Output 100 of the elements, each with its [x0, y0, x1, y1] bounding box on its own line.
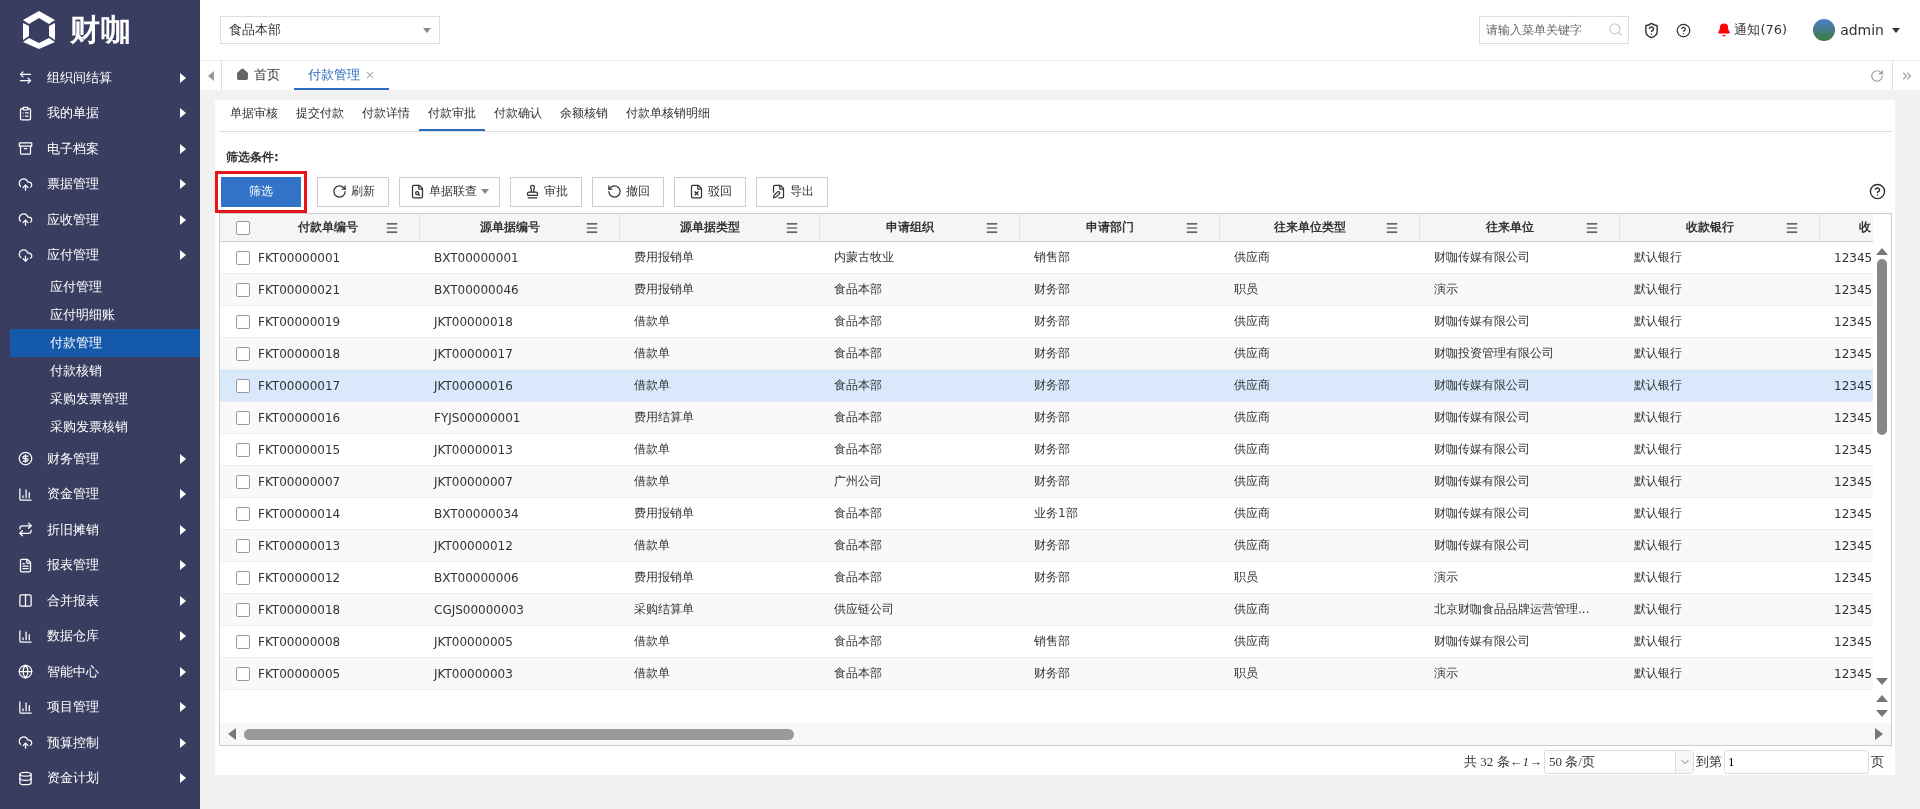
row-checkbox[interactable] [236, 282, 250, 297]
column-header[interactable]: 申请部门 [1020, 219, 1199, 237]
sidebar-item[interactable]: 合并报表 [0, 583, 200, 619]
toolbar-button[interactable]: 筛选 [221, 176, 301, 207]
column-header[interactable]: 收款银行 [1620, 219, 1799, 237]
org-select[interactable]: 食品本部 [220, 16, 440, 44]
sidebar-item[interactable]: 财务管理 [0, 441, 200, 477]
help-icon[interactable] [1676, 22, 1692, 38]
row-checkbox[interactable] [236, 378, 250, 393]
menu-icon[interactable] [985, 220, 999, 235]
table-cell-text: 12345 [1833, 282, 1873, 297]
sidebar-item[interactable]: 折旧摊销 [0, 512, 200, 548]
table-row[interactable]: FKT00000017 JKT00000016 借款单 食品本部 财务部 供应商 财咖传媒有限公司 默认银行 12345 [220, 370, 1873, 403]
toolbar-button[interactable]: 驳回 [674, 176, 746, 207]
menu-icon[interactable] [385, 220, 399, 235]
toolbar-button[interactable]: 导出 [756, 176, 828, 207]
column-header[interactable]: 往来单位类型 [1220, 219, 1399, 237]
column-header[interactable]: 源单据类型 [620, 219, 799, 237]
column-header[interactable]: 往来单位 [1420, 219, 1599, 237]
row-checkbox[interactable] [236, 314, 250, 329]
table-row[interactable]: FKT00000013 JKT00000012 借款单 食品本部 财务部 供应商 财咖传媒有限公司 默认银行 12345 [220, 530, 1873, 563]
table-cell-text: FKT00000005 [257, 666, 341, 681]
sidebar-subitem[interactable]: 应付管理 [10, 273, 200, 301]
notification-link[interactable]: 通知(76) [1717, 21, 1788, 39]
sidebar-subitem[interactable]: 付款核销 [10, 357, 200, 385]
sidebar-item[interactable]: 资金计划 [0, 760, 200, 796]
row-checkbox[interactable] [236, 634, 250, 649]
sub-tab[interactable]: 付款详情 [353, 104, 419, 131]
column-header[interactable]: 申请组织 [820, 219, 999, 237]
sidebar-item[interactable]: 项目管理 [0, 689, 200, 725]
page-tab[interactable]: 首页 [222, 61, 294, 90]
sidebar-item[interactable]: 我的单据 [0, 95, 200, 131]
menu-icon[interactable] [1385, 220, 1399, 235]
table-cell-text: 财咖传媒有限公司 [1433, 506, 1530, 521]
table-row[interactable]: FKT00000007 JKT00000007 借款单 广州公司 财务部 供应商 财咖传媒有限公司 默认银行 12345 [220, 466, 1873, 499]
sub-tab[interactable]: 提交付款 [287, 104, 353, 131]
table-cell-text: 默认银行 [1633, 538, 1682, 553]
sidebar-item[interactable]: 组织间结算 [0, 60, 200, 96]
avatar[interactable] [1813, 19, 1836, 41]
row-checkbox[interactable] [236, 250, 250, 265]
sidebar-item[interactable]: 电子档案 [0, 131, 200, 167]
column-header[interactable]: 付款单编号 [256, 219, 399, 237]
row-checkbox[interactable] [236, 346, 250, 361]
horizontal-scrollbar[interactable] [220, 723, 1891, 746]
page-input[interactable]: 1 [1724, 750, 1869, 775]
shield-icon[interactable] [1643, 21, 1661, 39]
sub-tab[interactable]: 余额核销 [551, 104, 617, 131]
sidebar-subitem[interactable]: 应付明细账 [10, 301, 200, 329]
menu-icon[interactable] [1185, 220, 1199, 235]
table-row[interactable]: FKT00000018 CGJS00000003 采购结算单 供应链公司 供应商 北京财咖食品品牌运营管理... 默认银行 12345 [220, 594, 1873, 627]
table-cell-text: JKT00000017 [432, 346, 513, 361]
table-row[interactable]: FKT00000021 BXT00000046 费用报销单 食品本部 财务部 职员 演示 默认银行 12345 [220, 274, 1873, 307]
row-checkbox[interactable] [236, 474, 250, 489]
row-checkbox[interactable] [236, 506, 250, 521]
search-field[interactable]: 请输入菜单关键字 [1479, 16, 1630, 44]
menu-icon[interactable] [1785, 220, 1799, 235]
caret-icon [180, 737, 186, 748]
menu-icon[interactable] [1585, 220, 1599, 235]
sub-tab[interactable]: 付款确认 [485, 104, 551, 131]
row-checkbox[interactable] [236, 538, 250, 553]
row-checkbox[interactable] [236, 602, 250, 617]
row-checkbox[interactable] [236, 570, 250, 585]
sidebar-item[interactable]: 资金管理 [0, 476, 200, 512]
toolbar-button[interactable]: 撤回 [592, 176, 664, 207]
sidebar-item[interactable]: 应付管理 [0, 237, 200, 273]
sidebar-item[interactable]: 预算控制 [0, 725, 200, 761]
table-row[interactable]: FKT00000018 JKT00000017 借款单 食品本部 财务部 供应商 财咖投资管理有限公司 默认银行 12345 [220, 338, 1873, 371]
sidebar-item[interactable]: 智能中心 [0, 654, 200, 690]
column-header[interactable]: 源单据编号 [420, 219, 599, 237]
sidebar-item[interactable]: 应收管理 [0, 202, 200, 238]
table-row[interactable]: FKT00000005 JKT00000003 借款单 食品本部 财务部 职员 演示 默认银行 12345 [220, 658, 1873, 691]
help-icon[interactable] [1869, 183, 1886, 201]
refresh-icon[interactable] [1870, 68, 1884, 83]
sidebar-subitem[interactable]: 采购发票管理 [10, 385, 200, 413]
page-tab[interactable]: 付款管理 × [294, 61, 390, 90]
sidebar-item[interactable]: 票据管理 [0, 166, 200, 202]
left-arrow-icon[interactable] [207, 70, 214, 81]
sidebar-subitem[interactable]: 付款管理 [10, 329, 200, 357]
row-checkbox[interactable] [236, 442, 250, 457]
row-checkbox[interactable] [236, 666, 250, 681]
sidebar-subitem[interactable]: 采购发票核销 [10, 413, 200, 441]
sidebar-item[interactable]: 数据仓库 [0, 618, 200, 654]
page-size-select[interactable]: 50 条/页 [1544, 750, 1694, 775]
toolbar-button[interactable]: 刷新 [317, 176, 389, 207]
sidebar-item[interactable]: 报表管理 [0, 547, 200, 583]
menu-icon[interactable] [785, 220, 799, 235]
sub-tab[interactable]: 单据审核 [221, 104, 287, 131]
table-row[interactable]: FKT00000016 FYJS00000001 费用结算单 食品本部 财务部 供应商 财咖传媒有限公司 默认银行 12345 [220, 402, 1873, 435]
menu-icon[interactable] [585, 220, 599, 235]
toolbar-button[interactable]: 单据联查 [399, 176, 500, 207]
table-cell-text: 食品本部 [833, 442, 882, 457]
sub-tab[interactable]: 付款单核销明细 [617, 104, 719, 131]
goto-label: 到第 [1696, 753, 1722, 772]
toolbar-button[interactable]: 审批 [510, 176, 582, 207]
select-all-checkbox[interactable] [236, 220, 250, 235]
sub-tab[interactable]: 付款审批 [419, 104, 485, 131]
user-name[interactable]: admin [1840, 22, 1884, 38]
stamp-icon [524, 184, 540, 200]
row-checkbox[interactable] [236, 410, 250, 425]
column-header[interactable]: 收 [1820, 219, 1873, 237]
